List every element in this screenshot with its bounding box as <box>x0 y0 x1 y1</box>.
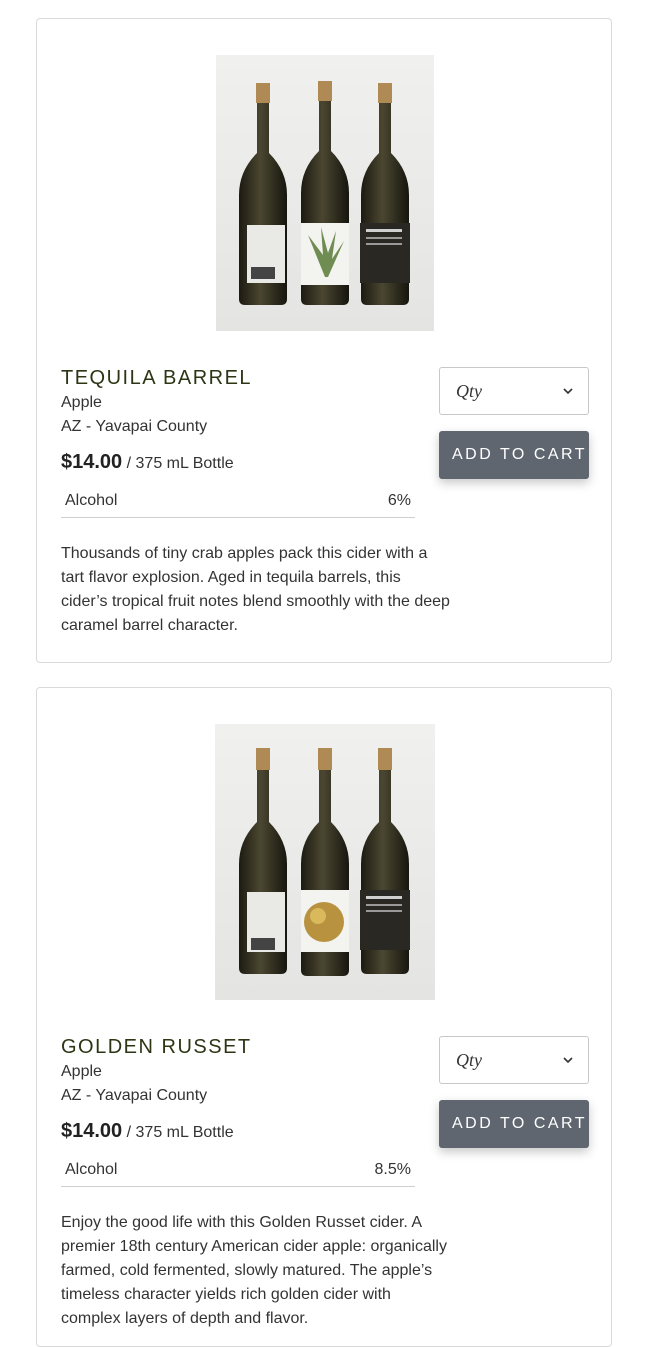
product-description: Enjoy the good life with this Golden Rus… <box>61 1214 447 1327</box>
product-unit: / 375 mL Bottle <box>126 455 234 472</box>
product-variety: Apple <box>61 1063 102 1080</box>
attribute-label: Alcohol <box>65 1161 118 1178</box>
product-variety: Apple <box>61 394 102 411</box>
bottle-photo-tequila <box>239 81 410 305</box>
product-name[interactable]: GOLDEN RUSSET <box>61 1036 252 1059</box>
product-price: $14.00 <box>61 1120 123 1142</box>
price-row: $14.00 / 375 mL Bottle <box>61 1120 234 1143</box>
chevron-down-icon <box>563 388 573 395</box>
attribute-row: Alcohol 6% <box>61 487 415 518</box>
qty-select[interactable]: Qty <box>439 1036 589 1084</box>
chevron-down-icon <box>563 1057 573 1064</box>
attribute-value: 8.5% <box>374 1161 411 1178</box>
product-image[interactable] <box>215 724 435 1000</box>
qty-select[interactable]: Qty <box>439 367 589 415</box>
add-to-cart-button[interactable]: ADD TO CART <box>439 431 589 479</box>
product-region: AZ - Yavapai County <box>61 1087 208 1104</box>
qty-label: Qty <box>456 381 482 401</box>
product-description: Thousands of tiny crab apples pack this … <box>61 545 450 634</box>
bottle-photo-golden-russet <box>239 748 410 976</box>
attribute-value: 6% <box>387 492 411 509</box>
qty-label: Qty <box>456 1050 482 1070</box>
attribute-row: Alcohol 8.5% <box>61 1156 415 1187</box>
add-to-cart-button[interactable]: ADD TO CART <box>439 1100 589 1148</box>
attribute-label: Alcohol <box>65 492 118 509</box>
product-region: AZ - Yavapai County <box>61 418 208 435</box>
product-card: TEQUILA BARREL Apple AZ - Yavapai County… <box>36 18 612 663</box>
product-price: $14.00 <box>61 451 123 473</box>
price-row: $14.00 / 375 mL Bottle <box>61 451 234 474</box>
product-unit: / 375 mL Bottle <box>126 1124 234 1141</box>
product-image[interactable] <box>216 55 434 331</box>
product-card: GOLDEN RUSSET Apple AZ - Yavapai County … <box>36 687 612 1347</box>
product-name[interactable]: TEQUILA BARREL <box>61 367 252 390</box>
